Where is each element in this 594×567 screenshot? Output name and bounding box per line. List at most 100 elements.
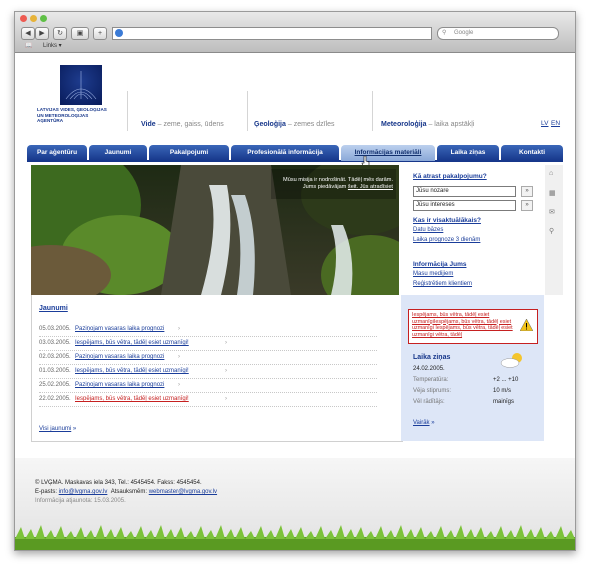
- lang-lv-link[interactable]: LV: [541, 120, 548, 127]
- minimize-window-button[interactable]: [30, 15, 37, 22]
- address-bar[interactable]: [112, 27, 432, 40]
- bookmark-icon[interactable]: ▣: [71, 27, 89, 40]
- email-link[interactable]: info@lvgma.gov.lv: [59, 489, 108, 495]
- news-row[interactable]: 22.02.2005. Iespējams, būs vētra, tādēļ …: [39, 393, 377, 407]
- divider: [372, 91, 373, 131]
- divider: [247, 91, 248, 131]
- agency-logo[interactable]: [60, 65, 102, 105]
- news-row[interactable]: 05.03.2005. Paziņojam vasaras laika prog…: [39, 323, 377, 337]
- link-registretiem-klientiem[interactable]: Reģistrētiem klientiem: [413, 281, 472, 287]
- weather-row: Temperatūra: +2 ... +10: [413, 377, 543, 388]
- link-laika-prognoze[interactable]: Laika prognoze 3 dienām: [413, 237, 480, 243]
- banner-link[interactable]: šeit. Jūs atradīsiet: [348, 184, 393, 190]
- tab-kontakti[interactable]: Kontakti: [501, 145, 563, 161]
- interest-go-button[interactable]: »: [521, 200, 533, 211]
- news-row[interactable]: 02.03.2005. Paziņojam vasaras laika prog…: [39, 351, 377, 365]
- all-news[interactable]: Visi jaunumi »: [39, 426, 76, 432]
- weather-label: Vēl rādītājs:: [413, 399, 445, 405]
- arrow-icon: ›: [225, 340, 227, 346]
- all-news-link[interactable]: Visi jaunumi: [39, 426, 71, 432]
- industry-field[interactable]: Jūsu nozare: [413, 186, 516, 197]
- section-title: Ģeoloģija: [254, 121, 286, 128]
- add-tab-icon[interactable]: +: [93, 27, 107, 40]
- tab-laika-zinas[interactable]: Laika ziņas: [437, 145, 499, 161]
- weather-label: Vēja stiprums:: [413, 388, 452, 394]
- magnifier-icon: ⚲: [442, 30, 447, 36]
- lang-en-link[interactable]: EN: [551, 120, 560, 127]
- news-date: 05.03.2005.: [39, 326, 71, 332]
- weather-title: Laika ziņas: [413, 354, 451, 361]
- section-desc: – zemes dzīles: [285, 121, 335, 128]
- arrow-icon: ›: [178, 326, 180, 332]
- news-link[interactable]: Iespējams, būs vētra, tādēļ esiet uzmanī…: [75, 340, 189, 346]
- email-label: E-pasts:: [35, 489, 59, 495]
- sitemap-icon[interactable]: ▦: [549, 189, 556, 197]
- warning-box[interactable]: Iespējams, būs vētra, tādēļ esiet uzmanī…: [408, 309, 538, 344]
- tab-pakalpojumi[interactable]: Pakalpojumi: [149, 145, 229, 161]
- weather-value: +2 ... +10: [493, 377, 519, 383]
- news-link[interactable]: Paziņojam vasaras laika prognozi: [75, 382, 164, 388]
- most-actual-title[interactable]: Kas ir visaktuālākais?: [413, 217, 481, 224]
- news-row[interactable]: 03.03.2005. Iespējams, būs vētra, tādēļ …: [39, 337, 377, 351]
- news-row[interactable]: 25.02.2005. Paziņojam vasaras laika prog…: [39, 379, 377, 393]
- tab-jaunumi[interactable]: Jaunumi: [89, 145, 147, 161]
- links-menu[interactable]: Links ▾: [43, 42, 62, 49]
- news-title[interactable]: Jaunumi: [39, 305, 68, 312]
- news-date: 02.03.2005.: [39, 354, 71, 360]
- home-icon[interactable]: ⌂: [549, 170, 553, 177]
- mail-icon[interactable]: ✉: [549, 208, 555, 216]
- zoom-window-button[interactable]: [40, 15, 47, 22]
- sidebar-panel: Kā atrast pakalpojumu? Jūsu nozare » Jūs…: [399, 165, 544, 295]
- tab-profesionala-informacija[interactable]: Profesionālā informācija: [231, 145, 339, 161]
- warning-text[interactable]: Iespējams, būs vētra, tādēļ esiet uzmanī…: [412, 312, 516, 342]
- grass-decoration: [15, 525, 575, 550]
- news-link[interactable]: Iespējams, būs vētra, tādēļ esiet uzmanī…: [75, 396, 189, 402]
- globe-icon: [115, 29, 123, 37]
- back-arrow-icon[interactable]: ◀: [21, 27, 35, 40]
- divider: [127, 91, 128, 131]
- industry-go-button[interactable]: »: [521, 186, 533, 197]
- footer-updated: Informācija atjaunota: 15.03.2005.: [35, 498, 126, 504]
- search-field[interactable]: ⚲ Google: [437, 27, 559, 40]
- double-arrow-icon: »: [431, 420, 435, 426]
- webmaster-label: Atsauksmēm:: [110, 489, 149, 495]
- link-masu-medijiem[interactable]: Masu medijiem: [413, 271, 453, 277]
- link-datu-bazes[interactable]: Datu bāzes: [413, 227, 443, 233]
- section-geologija[interactable]: Ģeoloģija – zemes dzīles: [254, 121, 335, 128]
- arrow-icon: ›: [178, 382, 180, 388]
- globe-logo-icon: [65, 71, 97, 100]
- weather-row: Vēja stiprums: 10 m/s: [413, 388, 543, 399]
- banner-text: Mūsu misija ir nodrošināt. Tādēļ mēs dar…: [275, 177, 393, 191]
- section-vide[interactable]: Vide – zeme, gaiss, ūdens: [141, 121, 224, 128]
- news-row[interactable]: 01.03.2005. Iespējams, būs vētra, tādēļ …: [39, 365, 377, 379]
- interest-field[interactable]: Jūsu intereses: [413, 200, 516, 211]
- tab-par-agenturu[interactable]: Par aģentūru: [27, 145, 87, 161]
- section-title: Vide: [141, 121, 156, 128]
- bookmarks-bar: 📖 Links ▾: [15, 41, 575, 52]
- search-icon[interactable]: ⚲: [549, 227, 554, 235]
- more-link[interactable]: Vairāk: [413, 420, 430, 426]
- browser-toolbar: ◀ ▶ ↻ ▣ + ⚲ Google 📖 Links ▾: [15, 12, 575, 53]
- double-arrow-icon: »: [72, 426, 77, 432]
- reload-icon[interactable]: ↻: [53, 27, 67, 40]
- news-link[interactable]: Paziņojam vasaras laika prognozi: [75, 326, 164, 332]
- arrow-icon: ›: [178, 354, 180, 360]
- weather-value: mainīgs: [493, 399, 515, 405]
- news-date: 03.03.2005.: [39, 340, 71, 346]
- banner-photo: Mūsu misija ir nodrošināt. Tādēļ mēs dar…: [31, 165, 399, 295]
- warning-triangle-icon: [520, 319, 533, 331]
- close-window-button[interactable]: [20, 15, 27, 22]
- info-for-you-title[interactable]: Informācija Jums: [413, 261, 466, 268]
- webmaster-link[interactable]: webmaster@lvgma.gov.lv: [149, 489, 217, 495]
- book-icon[interactable]: 📖: [25, 42, 32, 49]
- tab-informacijas-materiali[interactable]: Informācijas materiāli: [341, 145, 435, 161]
- find-service-title[interactable]: Kā atrast pakalpojumu?: [413, 173, 487, 180]
- news-link[interactable]: Iespējams, būs vētra, tādēļ esiet uzmanī…: [75, 368, 189, 374]
- weather-more[interactable]: Vairāk »: [413, 420, 435, 426]
- news-link[interactable]: Paziņojam vasaras laika prognozi: [75, 354, 164, 360]
- forward-arrow-icon[interactable]: ▶: [35, 27, 49, 40]
- footer-address: © LVĢMA. Maskavas iela 343, Tel.: 454545…: [35, 480, 202, 486]
- web-page: LATVIJAS VIDES, ĢEOLOĢIJAS UN METEOROLOĢ…: [15, 53, 575, 550]
- section-meteorologija[interactable]: Meteoroloģija – laika apstākļi: [381, 121, 474, 128]
- arrow-icon: ›: [225, 396, 227, 402]
